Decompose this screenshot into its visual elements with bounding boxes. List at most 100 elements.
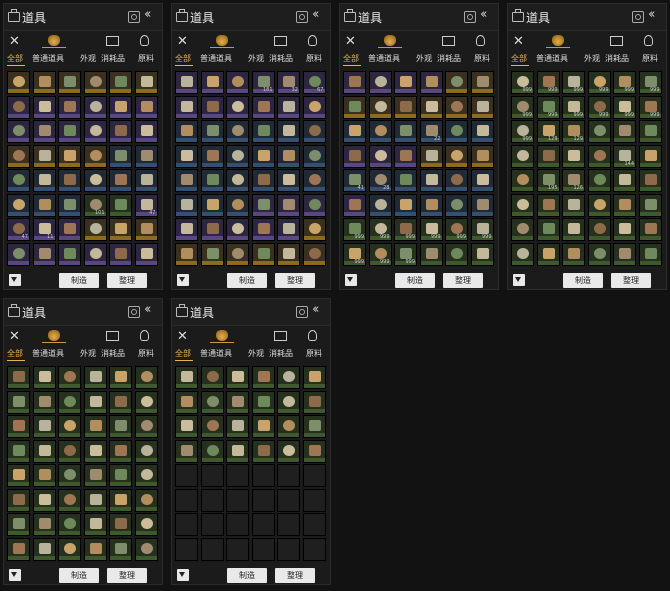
item-slot[interactable]: [511, 169, 534, 192]
item-slot[interactable]: [7, 537, 30, 561]
tab-3[interactable]: 消耗品: [605, 53, 629, 64]
item-slot[interactable]: [226, 537, 249, 561]
item-slot[interactable]: [638, 193, 662, 217]
item-slot[interactable]: [83, 95, 107, 119]
item-slot[interactable]: [83, 144, 107, 168]
item-slot[interactable]: [277, 144, 300, 168]
item-slot[interactable]: [302, 439, 326, 463]
item-slot[interactable]: [226, 95, 249, 119]
item-slot[interactable]: [175, 144, 198, 168]
item-slot[interactable]: [343, 144, 366, 168]
item-slot[interactable]: [109, 464, 132, 487]
item-slot[interactable]: [7, 390, 30, 414]
item-slot[interactable]: 999: [343, 242, 366, 266]
item-slot[interactable]: 32: [277, 71, 300, 94]
item-slot[interactable]: [445, 95, 468, 119]
item-slot[interactable]: [562, 242, 585, 266]
search-icon[interactable]: [632, 11, 644, 23]
tab-4[interactable]: 原料: [642, 53, 658, 64]
tab-0[interactable]: 全部: [175, 348, 191, 359]
close-icon[interactable]: ✕: [177, 329, 188, 344]
chest-icon[interactable]: [442, 36, 455, 46]
item-slot[interactable]: 999: [562, 71, 585, 94]
item-slot[interactable]: [302, 464, 326, 487]
item-slot[interactable]: [445, 242, 468, 266]
item-slot[interactable]: [109, 193, 132, 217]
item-slot[interactable]: [536, 242, 560, 266]
item-slot[interactable]: [470, 120, 494, 143]
item-slot[interactable]: [394, 169, 417, 192]
item-slot[interactable]: [226, 193, 249, 217]
item-slot[interactable]: [83, 169, 107, 192]
item-slot[interactable]: [536, 144, 560, 168]
item-slot[interactable]: [7, 144, 30, 168]
item-slot[interactable]: [134, 415, 158, 438]
sort-button[interactable]: 整理: [107, 273, 147, 288]
tab-1[interactable]: 普通道具: [536, 53, 568, 64]
tab-4[interactable]: 原料: [306, 348, 322, 359]
item-slot[interactable]: [302, 366, 326, 389]
item-slot[interactable]: 22: [419, 120, 443, 143]
item-slot[interactable]: [587, 193, 611, 217]
item-slot[interactable]: [470, 169, 494, 192]
filter-icon[interactable]: [177, 569, 189, 581]
item-slot[interactable]: [613, 242, 636, 266]
item-slot[interactable]: [343, 95, 366, 119]
item-slot[interactable]: [343, 120, 366, 143]
chest-icon[interactable]: [274, 331, 287, 341]
tab-1[interactable]: 普通道具: [200, 348, 232, 359]
item-slot[interactable]: [419, 242, 443, 266]
item-slot[interactable]: [109, 242, 132, 266]
close-icon[interactable]: ✕: [9, 34, 20, 49]
item-slot[interactable]: [200, 144, 224, 168]
item-slot[interactable]: [134, 144, 158, 168]
item-slot[interactable]: [277, 537, 300, 561]
craft-button[interactable]: 制造: [563, 273, 603, 288]
item-slot[interactable]: [445, 71, 468, 94]
item-slot[interactable]: [251, 488, 275, 512]
item-slot[interactable]: [109, 513, 132, 536]
item-slot[interactable]: [302, 537, 326, 561]
item-slot[interactable]: [200, 366, 224, 389]
item-slot[interactable]: [470, 71, 494, 94]
item-slot[interactable]: [536, 193, 560, 217]
item-slot[interactable]: 28: [368, 169, 392, 192]
item-slot[interactable]: 11: [32, 218, 56, 241]
item-slot[interactable]: [32, 71, 56, 94]
item-slot[interactable]: [277, 95, 300, 119]
item-slot[interactable]: [109, 390, 132, 414]
item-slot[interactable]: [200, 120, 224, 143]
item-slot[interactable]: [445, 169, 468, 192]
item-slot[interactable]: [109, 218, 132, 241]
item-slot[interactable]: [470, 242, 494, 266]
search-icon[interactable]: [128, 11, 140, 23]
back-arrow-icon[interactable]: ‹‹: [648, 7, 656, 22]
item-slot[interactable]: [200, 193, 224, 217]
item-slot[interactable]: [175, 169, 198, 192]
item-slot[interactable]: [445, 144, 468, 168]
item-slot[interactable]: [638, 120, 662, 143]
item-slot[interactable]: [277, 464, 300, 487]
tab-2[interactable]: 外观: [80, 348, 96, 359]
item-slot[interactable]: [470, 193, 494, 217]
item-slot[interactable]: 999: [343, 218, 366, 241]
item-slot[interactable]: [109, 366, 132, 389]
item-slot[interactable]: [226, 218, 249, 241]
item-slot[interactable]: [7, 366, 30, 389]
item-slot[interactable]: 999: [562, 95, 585, 119]
item-slot[interactable]: [200, 464, 224, 487]
item-slot[interactable]: [394, 193, 417, 217]
character-icon[interactable]: [308, 330, 317, 341]
item-slot[interactable]: [134, 242, 158, 266]
item-slot[interactable]: [175, 95, 198, 119]
tab-1[interactable]: 普通道具: [368, 53, 400, 64]
item-slot[interactable]: [134, 488, 158, 512]
close-icon[interactable]: ✕: [9, 329, 20, 344]
item-slot[interactable]: 999: [613, 71, 636, 94]
item-slot[interactable]: [419, 193, 443, 217]
item-slot[interactable]: 129: [536, 120, 560, 143]
item-slot[interactable]: [175, 366, 198, 389]
item-slot[interactable]: [175, 390, 198, 414]
sort-button[interactable]: 整理: [611, 273, 651, 288]
item-slot[interactable]: [226, 488, 249, 512]
